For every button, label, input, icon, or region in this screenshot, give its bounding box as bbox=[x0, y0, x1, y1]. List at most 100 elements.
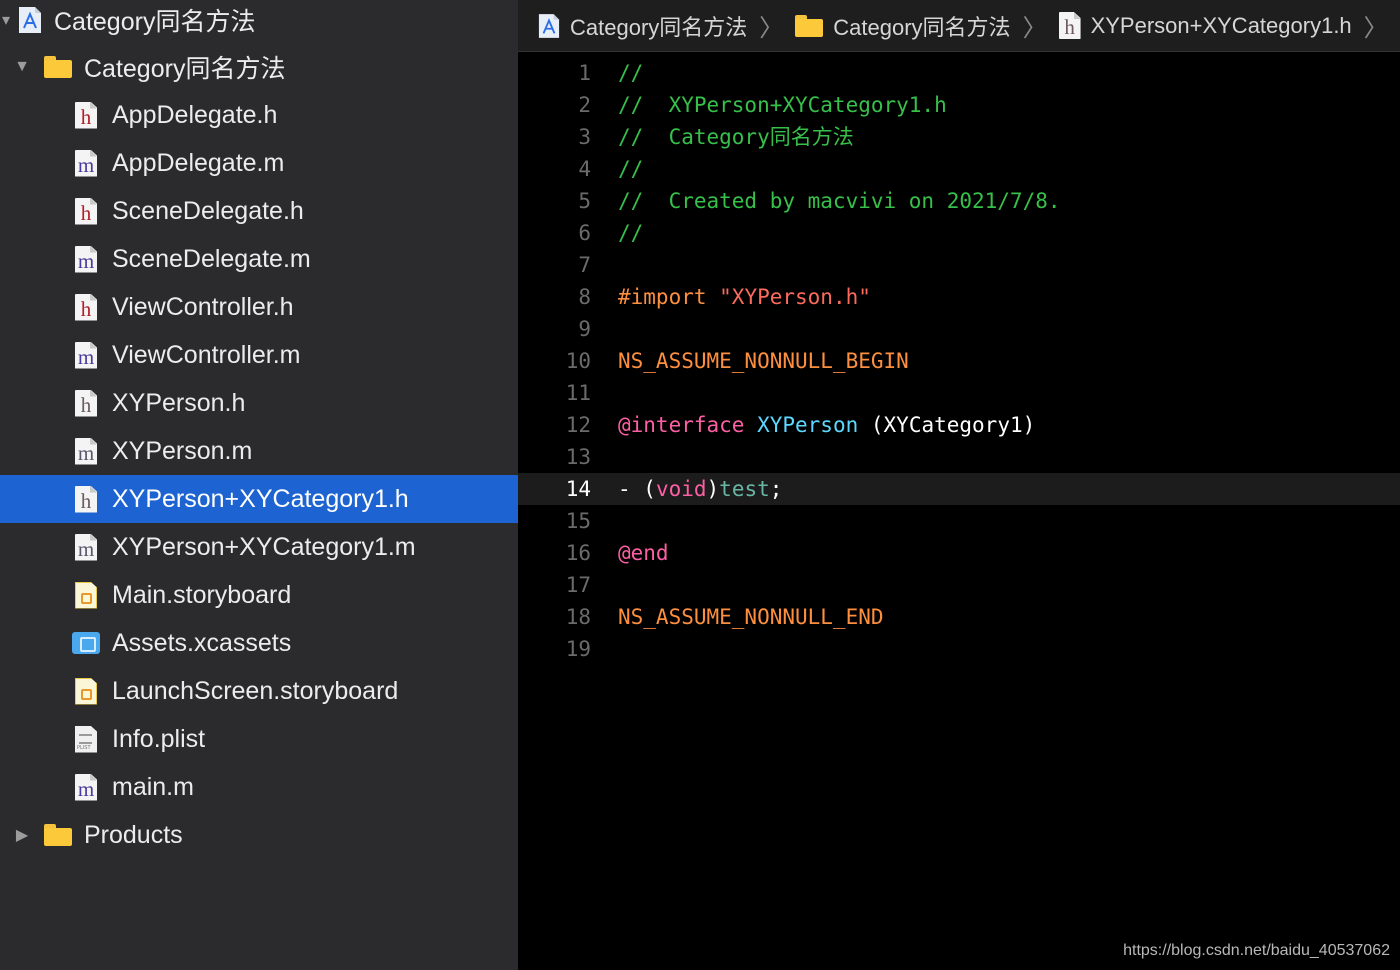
file-name: LaunchScreen.storyboard bbox=[112, 676, 399, 705]
code-token: (XYCategory1) bbox=[858, 413, 1036, 437]
line-number: 13 bbox=[565, 445, 591, 469]
line-number: 11 bbox=[565, 381, 591, 405]
code-line[interactable]: 17 bbox=[518, 569, 1400, 601]
code-token: // bbox=[618, 157, 644, 181]
file-row[interactable]: h ViewController.h bbox=[0, 283, 518, 331]
code-text: // XYPerson+XYCategory1.h bbox=[618, 89, 947, 121]
file-row[interactable]: m XYPerson.m bbox=[0, 427, 518, 475]
code-text: NS_ASSUME_NONNULL_BEGIN bbox=[618, 345, 909, 377]
code-line[interactable]: 19 bbox=[518, 633, 1400, 665]
code-token: NS_ASSUME_NONNULL_END bbox=[618, 605, 884, 629]
code-line[interactable]: 10 NS_ASSUME_NONNULL_BEGIN bbox=[518, 345, 1400, 377]
storyboard-icon bbox=[75, 677, 97, 705]
breadcrumb-project[interactable]: Category同名方法 bbox=[538, 10, 747, 42]
implementation-file-icon: m bbox=[75, 149, 97, 177]
file-row[interactable]: Main.storyboard bbox=[0, 571, 518, 619]
breadcrumb-project-label: Category同名方法 bbox=[570, 14, 748, 40]
file-row[interactable]: h AppDelegate.h bbox=[0, 91, 518, 139]
code-token: ; bbox=[769, 477, 783, 501]
products-row[interactable]: ▶ Products bbox=[0, 811, 518, 859]
file-row[interactable]: LaunchScreen.storyboard bbox=[0, 667, 518, 715]
line-number: 9 bbox=[578, 317, 591, 341]
file-row[interactable]: h SceneDelegate.h bbox=[0, 187, 518, 235]
code-line[interactable]: 7 bbox=[518, 249, 1400, 281]
code-token: NS_ASSUME_NONNULL_BEGIN bbox=[618, 349, 909, 373]
products-name: Products bbox=[84, 820, 183, 849]
code-line[interactable]: 6 // bbox=[518, 217, 1400, 249]
code-token: @interface bbox=[618, 413, 745, 437]
code-token: ) bbox=[706, 477, 720, 501]
file-row[interactable]: m AppDelegate.m bbox=[0, 139, 518, 187]
chevron-right-icon: 〉 bbox=[759, 15, 784, 42]
file-row[interactable]: m ViewController.m bbox=[0, 331, 518, 379]
file-name: XYPerson+XYCategory1.h bbox=[112, 484, 409, 513]
code-line[interactable]: 5 // Created by macvivi on 2021/7/8. bbox=[518, 185, 1400, 217]
project-root-row[interactable]: ▾ Category同名方法 bbox=[0, 0, 518, 44]
file-row[interactable]: PLIST Info.plist bbox=[0, 715, 518, 763]
file-name: main.m bbox=[112, 772, 194, 801]
code-token: // Created by macvivi on 2021/7/8. bbox=[618, 189, 1061, 213]
folder-icon bbox=[44, 824, 72, 846]
code-text: // Category同名方法 bbox=[618, 121, 854, 153]
xcode-project-icon bbox=[538, 13, 560, 38]
watermark: https://blog.csdn.net/baidu_40537062 bbox=[1123, 942, 1390, 959]
line-number: 15 bbox=[565, 509, 591, 533]
disclosure-collapsed-icon[interactable]: ▶ bbox=[10, 823, 34, 847]
file-name: XYPerson+XYCategory1.m bbox=[112, 532, 416, 561]
code-token: @end bbox=[618, 541, 669, 565]
plist-icon: PLIST bbox=[75, 725, 97, 753]
code-token: void bbox=[655, 477, 707, 501]
storyboard-icon bbox=[75, 581, 97, 609]
implementation-file-icon: m bbox=[75, 773, 97, 801]
code-text: // bbox=[618, 217, 643, 249]
file-name: XYPerson.m bbox=[112, 436, 253, 465]
code-line[interactable]: 13 bbox=[518, 441, 1400, 473]
code-line[interactable]: 8 #import "XYPerson.h" bbox=[518, 281, 1400, 313]
code-line[interactable]: 2 // XYPerson+XYCategory1.h bbox=[518, 89, 1400, 121]
file-name: Info.plist bbox=[112, 724, 206, 753]
line-number: 12 bbox=[565, 413, 591, 437]
file-row[interactable]: Assets.xcassets bbox=[0, 619, 518, 667]
line-number: 1 bbox=[578, 61, 591, 85]
header-file-icon: h bbox=[75, 485, 97, 513]
code-line[interactable]: 14 - (void)test; bbox=[518, 473, 1400, 505]
code-line[interactable]: 16 @end bbox=[518, 537, 1400, 569]
disclosure-expanded-icon[interactable]: ▼ bbox=[10, 55, 34, 79]
code-line[interactable]: 18 NS_ASSUME_NONNULL_END bbox=[518, 601, 1400, 633]
file-row[interactable]: h XYPerson+XYCategory1.h bbox=[0, 475, 518, 523]
implementation-file-icon: m bbox=[75, 533, 97, 561]
source-editor[interactable]: 1 // 2 // XYPerson+XYCategory1.h 3 // Categor… bbox=[518, 52, 1400, 970]
file-row[interactable]: m SceneDelegate.m bbox=[0, 235, 518, 283]
file-row[interactable]: m main.m bbox=[0, 763, 518, 811]
code-line[interactable]: 9 bbox=[518, 313, 1400, 345]
line-number: 6 bbox=[578, 221, 591, 245]
file-row[interactable]: m XYPerson+XYCategory1.m bbox=[0, 523, 518, 571]
code-line[interactable]: 3 // Category同名方法 bbox=[518, 121, 1400, 153]
file-name: ViewController.m bbox=[112, 340, 301, 369]
code-token: #import bbox=[618, 285, 720, 309]
breadcrumb-file[interactable]: h XYPerson+XYCategory1.h bbox=[1058, 12, 1352, 39]
file-row[interactable]: h XYPerson.h bbox=[0, 379, 518, 427]
code-token: test bbox=[719, 477, 770, 501]
code-text: @end bbox=[618, 537, 669, 569]
code-text: // Created by macvivi on 2021/7/8. bbox=[618, 185, 1061, 217]
code-line[interactable]: 12 @interface XYPerson (XYCategory1) bbox=[518, 409, 1400, 441]
code-text: // bbox=[618, 57, 643, 89]
file-name: ViewController.h bbox=[112, 292, 294, 321]
code-token: "XYPerson.h" bbox=[719, 285, 871, 309]
code-line[interactable]: 11 bbox=[518, 377, 1400, 409]
breadcrumb-group[interactable]: Category同名方法 bbox=[795, 10, 1011, 42]
line-number: 19 bbox=[565, 637, 591, 661]
chevron-right-icon: 〉 bbox=[1022, 15, 1047, 42]
disclosure-triangle-icon[interactable]: ▾ bbox=[0, 8, 12, 32]
code-text: @interface XYPerson (XYCategory1) bbox=[618, 409, 1035, 441]
code-line[interactable]: 1 // bbox=[518, 57, 1400, 89]
file-name: Assets.xcassets bbox=[112, 628, 292, 657]
xcode-project-icon bbox=[19, 7, 41, 33]
code-line[interactable]: 15 bbox=[518, 505, 1400, 537]
project-name: Category同名方法 bbox=[54, 8, 256, 36]
code-line[interactable]: 4 // bbox=[518, 153, 1400, 185]
group-row[interactable]: ▼ Category同名方法 bbox=[0, 43, 518, 91]
code-token: // bbox=[618, 61, 644, 85]
